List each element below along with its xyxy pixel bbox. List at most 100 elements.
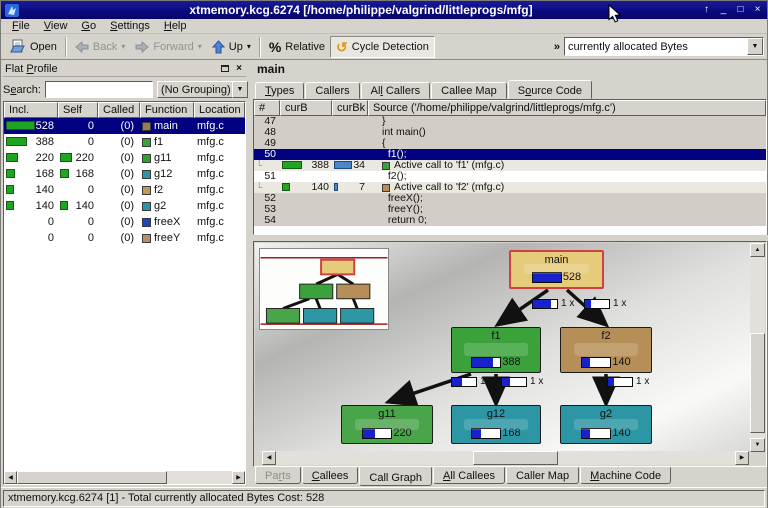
flat-profile-hscrollbar[interactable]: ◀ ▶: [4, 471, 245, 484]
cell-source: freeX();: [368, 193, 766, 204]
relative-button[interactable]: % Relative: [264, 36, 330, 58]
scroll-left-icon[interactable]: ◀: [4, 471, 17, 484]
source-code-row[interactable]: 48int main(): [254, 127, 766, 138]
up-dropdown-icon[interactable]: ▾: [247, 43, 251, 51]
cost-bar-icon: [60, 169, 69, 178]
source-code-row[interactable]: 53 freeY();: [254, 204, 766, 215]
table-row[interactable]: 168168(0)g12mfg.c: [4, 166, 245, 182]
menu-go[interactable]: Go: [74, 19, 103, 34]
open-label: Open: [30, 41, 57, 53]
minimize-button[interactable]: _: [716, 3, 731, 17]
column-header[interactable]: Function: [140, 102, 194, 118]
graph-node-f1[interactable]: f1388: [451, 327, 541, 373]
graph-node-main[interactable]: main528: [509, 250, 604, 289]
back-arrow-icon: [75, 41, 89, 53]
tab-all-callers[interactable]: All Callers: [361, 82, 431, 99]
source-code-row[interactable]: 50 f1();: [254, 149, 766, 160]
search-input[interactable]: [45, 81, 153, 98]
tab-callees[interactable]: Callees: [302, 467, 359, 484]
source-code-row[interactable]: 51 f2();: [254, 171, 766, 182]
menu-help[interactable]: Help: [157, 19, 194, 34]
forward-button[interactable]: Forward ▾: [130, 36, 206, 58]
maximize-button[interactable]: □: [733, 3, 748, 17]
function-color-swatch: [142, 218, 151, 227]
dock-close-button[interactable]: ×: [232, 62, 246, 75]
cell-line-no: 54: [254, 215, 280, 226]
column-header[interactable]: Source ('/home/philippe/valgrind/littlep…: [368, 100, 766, 116]
up-button[interactable]: Up ▾: [207, 36, 256, 58]
source-code-row[interactable]: 47}: [254, 116, 766, 127]
cell-curbk: [332, 193, 368, 204]
tab-callers[interactable]: Callers: [305, 82, 359, 99]
tab-all-callees[interactable]: All Callees: [433, 467, 505, 484]
forward-dropdown-icon[interactable]: ▾: [198, 43, 202, 51]
graph-node-cost: 220: [362, 427, 411, 439]
graph-node-f2[interactable]: f2140: [560, 327, 652, 373]
call-graph-hscrollbar[interactable]: ◀ ▶: [262, 451, 749, 465]
combo-dropdown-icon[interactable]: ▼: [747, 38, 763, 55]
call-graph-vscrollbar[interactable]: ▲ ▼: [750, 243, 765, 452]
menu-settings[interactable]: Settings: [103, 19, 157, 34]
cost-bar-fill: [472, 429, 481, 438]
table-row[interactable]: 5280(0)mainmfg.c: [4, 118, 245, 134]
cell-called: (0): [98, 198, 140, 214]
source-call-row[interactable]: └1407Active call to 'f2' (mfg.c): [254, 182, 766, 193]
callee-color-swatch: [382, 162, 390, 170]
tab-source-code[interactable]: Source Code: [508, 80, 592, 99]
column-header[interactable]: curB: [280, 100, 332, 116]
scroll-thumb[interactable]: [473, 451, 558, 465]
toolbar-overflow-chevron[interactable]: »: [550, 41, 564, 53]
source-call-row[interactable]: └38834Active call to 'f1' (mfg.c): [254, 160, 766, 171]
scroll-right-icon[interactable]: ▶: [735, 451, 749, 465]
column-header[interactable]: Called: [98, 102, 140, 118]
grouping-dropdown-icon[interactable]: ▼: [232, 81, 248, 98]
call-graph-minimap[interactable]: [259, 248, 389, 330]
table-row[interactable]: 00(0)freeXmfg.c: [4, 214, 245, 230]
column-header[interactable]: Incl.: [4, 102, 58, 118]
cell-incl: 0: [4, 230, 58, 246]
tab-types[interactable]: Types: [255, 82, 304, 99]
function-name: g2: [154, 198, 166, 214]
graph-node-g11[interactable]: g11220: [341, 405, 433, 444]
cell-source: return 0;: [368, 215, 766, 226]
column-header[interactable]: Location: [194, 102, 245, 118]
source-code-row[interactable]: 54 return 0;: [254, 215, 766, 226]
scroll-right-icon[interactable]: ▶: [232, 471, 245, 484]
event-type-combobox[interactable]: currently allocated Bytes ▼: [564, 37, 764, 56]
tab-caller-map[interactable]: Caller Map: [506, 467, 579, 484]
grouping-combobox[interactable]: (No Grouping) ▼: [157, 81, 249, 98]
back-dropdown-icon[interactable]: ▾: [121, 43, 125, 51]
incl-value: 140: [36, 198, 54, 214]
graph-node-g12[interactable]: g12168: [451, 405, 541, 444]
column-header[interactable]: curBk: [332, 100, 368, 116]
scroll-left-icon[interactable]: ◀: [262, 451, 276, 465]
forward-label: Forward: [153, 41, 193, 53]
graph-node-g2[interactable]: g2140: [560, 405, 652, 444]
cycle-detection-button[interactable]: ↺ Cycle Detection: [330, 36, 435, 58]
menu-file[interactable]: File: [5, 19, 37, 34]
column-header[interactable]: #: [254, 100, 280, 116]
scroll-thumb[interactable]: [750, 333, 765, 433]
open-button[interactable]: Open: [5, 36, 62, 58]
source-code-row[interactable]: 52 freeX();: [254, 193, 766, 204]
call-graph-canvas[interactable]: main528f1388f2140g11220g12168g2140 1 x1 …: [255, 243, 750, 452]
table-row[interactable]: 3880(0)f1mfg.c: [4, 134, 245, 150]
column-header[interactable]: Self: [58, 102, 98, 118]
scroll-down-icon[interactable]: ▼: [750, 438, 765, 452]
close-button[interactable]: ×: [750, 3, 765, 17]
table-row[interactable]: 140140(0)g2mfg.c: [4, 198, 245, 214]
table-row[interactable]: 1400(0)f2mfg.c: [4, 182, 245, 198]
back-button[interactable]: Back ▾: [70, 36, 130, 58]
scroll-thumb[interactable]: [17, 471, 167, 484]
cost-value: 528: [563, 271, 581, 283]
dock-float-button[interactable]: [218, 62, 232, 75]
tab-call-graph[interactable]: Call Graph: [359, 467, 432, 486]
tab-callee-map[interactable]: Callee Map: [431, 82, 507, 99]
scroll-up-icon[interactable]: ▲: [750, 243, 765, 257]
tab-machine-code[interactable]: Machine Code: [580, 467, 671, 484]
table-row[interactable]: 220220(0)g11mfg.c: [4, 150, 245, 166]
table-row[interactable]: 00(0)freeYmfg.c: [4, 230, 245, 246]
source-code-row[interactable]: 49{: [254, 138, 766, 149]
menu-view[interactable]: View: [37, 19, 75, 34]
shade-button[interactable]: ↑: [699, 3, 714, 17]
